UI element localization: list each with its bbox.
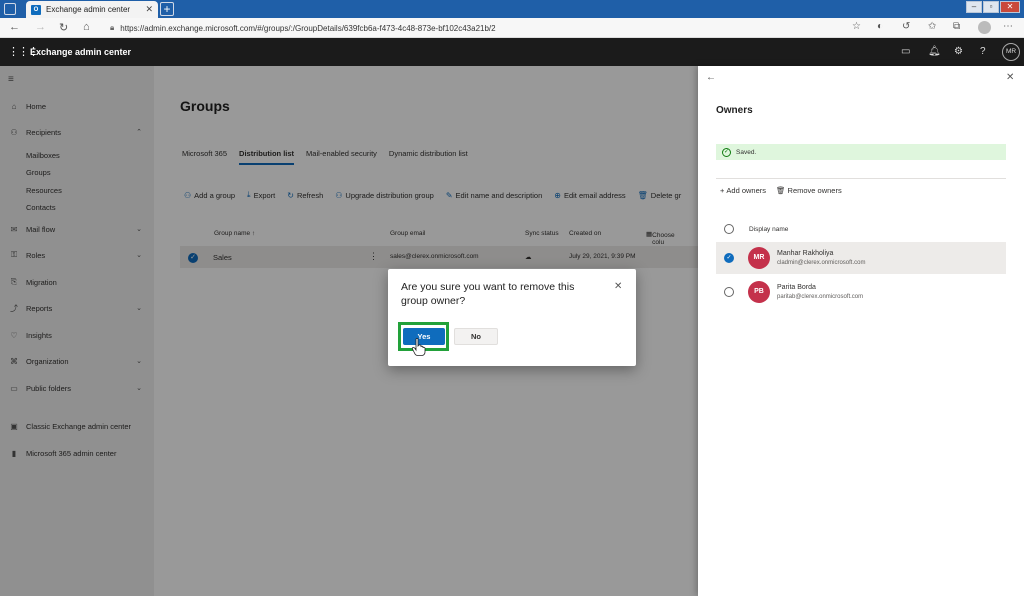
tab-close-icon[interactable]: ✕ (145, 4, 153, 15)
select-all-radio[interactable] (724, 224, 734, 234)
owner-name: Manhar Rakholiya (777, 250, 834, 257)
owner-select-checked-icon[interactable]: ✓ (724, 253, 734, 263)
app-header: ⋮⋮⋮ Exchange admin center ▭ 🔔︎ ⚙ ? MR (0, 38, 1024, 66)
owner-select-radio[interactable] (724, 287, 734, 297)
new-tab-button[interactable]: + (160, 2, 174, 16)
outlook-logo-icon: O (31, 4, 41, 15)
app-title[interactable]: Exchange admin center (30, 47, 131, 57)
owner-row[interactable]: PB Parita Borda paritab@clerex.onmicroso… (716, 276, 1006, 308)
forward-icon[interactable]: → (35, 21, 46, 33)
owners-table-header: Display name (716, 222, 1006, 236)
owner-email: paritab@clerex.onmicrosoft.com (777, 294, 864, 300)
close-icon[interactable]: ✕ (614, 281, 622, 292)
sync-icon[interactable]: ↺ (902, 21, 910, 32)
help-icon[interactable]: ? (980, 46, 986, 57)
terminal-icon[interactable]: ▭ (901, 46, 910, 57)
add-owners-button[interactable]: + Add owners (720, 186, 766, 195)
url-text: https://admin.exchange.microsoft.com/#/g… (120, 23, 496, 33)
owner-email: cladmin@clerex.onmicrosoft.com (777, 260, 866, 266)
user-avatar[interactable]: MR (1002, 43, 1020, 61)
minimize-button[interactable]: – (966, 1, 982, 13)
browser-tab-bar: O Exchange admin center ✕ + – ▫ ✕ (0, 0, 1024, 18)
checkmark-icon: ✓ (722, 147, 731, 157)
owners-panel: ← ✕ Owners ✓ Saved. + Add owners 🗑︎ Remove… (698, 66, 1024, 596)
owner-name: Parita Borda (777, 284, 816, 291)
favorites-icon[interactable]: ✩ (928, 21, 936, 32)
owners-command-bar: + Add owners 🗑︎ Remove owners (720, 186, 842, 195)
owner-row[interactable]: ✓ MR Manhar Rakholiya cladmin@clerex.onm… (716, 242, 1006, 274)
extension-icon[interactable]: ◐ (877, 21, 883, 32)
dialog-message: Are you sure you want to remove this gro… (401, 281, 575, 307)
remove-owners-button[interactable]: 🗑︎ Remove owners (776, 186, 842, 195)
panel-title: Owners (716, 105, 753, 116)
lock-icon[interactable]: 🔒︎ (110, 23, 114, 33)
hand-cursor-icon (411, 338, 426, 356)
back-icon[interactable]: ← (9, 21, 20, 33)
saved-text: Saved. (736, 148, 757, 156)
tab-actions-icon[interactable] (4, 3, 16, 15)
bell-icon[interactable]: 🔔︎ (928, 46, 941, 57)
close-icon[interactable]: ✕ (1006, 72, 1014, 83)
url-input[interactable]: 🔒︎ https://admin.exchange.microsoft.com/… (104, 20, 866, 36)
tab-title: Exchange admin center (46, 5, 131, 14)
close-window-button[interactable]: ✕ (1000, 1, 1020, 13)
saved-message-bar: ✓ Saved. (716, 144, 1006, 160)
address-bar-row: ← → ↻ ⌂ 🔒︎ https://admin.exchange.micros… (0, 18, 1024, 38)
browser-tab[interactable]: O Exchange admin center ✕ (26, 1, 158, 18)
window-controls: – ▫ ✕ (966, 1, 1020, 13)
no-button[interactable]: No (454, 328, 498, 345)
gear-icon[interactable]: ⚙ (954, 46, 963, 57)
refresh-icon[interactable]: ↻ (59, 21, 68, 34)
avatar: PB (748, 281, 770, 303)
plus-icon: + (720, 186, 725, 195)
profile-icon[interactable] (978, 21, 991, 34)
home-icon[interactable]: ⌂ (83, 21, 90, 33)
divider (716, 178, 1006, 179)
favorite-add-icon[interactable]: ☆ (852, 21, 861, 32)
trash-icon: 🗑︎ (776, 186, 786, 195)
avatar: MR (748, 247, 770, 269)
collections-icon[interactable]: ⧉ (953, 21, 960, 32)
more-icon[interactable]: ⋯ (1003, 21, 1013, 32)
column-display-name[interactable]: Display name (749, 226, 788, 233)
maximize-button[interactable]: ▫ (983, 1, 999, 13)
back-arrow-icon[interactable]: ← (706, 72, 716, 83)
